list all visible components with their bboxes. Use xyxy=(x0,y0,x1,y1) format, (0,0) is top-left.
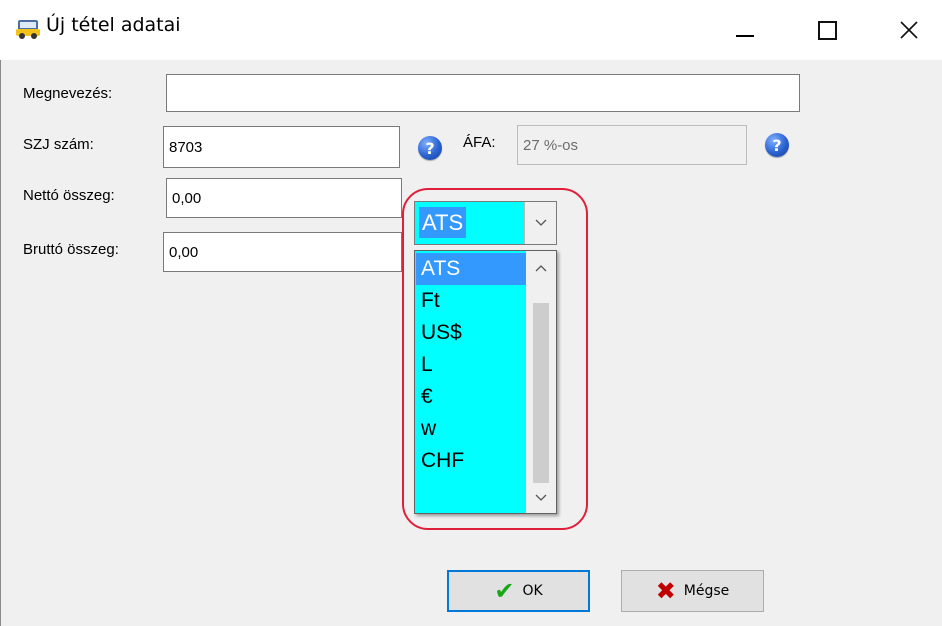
netto-label: Nettó összeg: xyxy=(23,187,115,204)
currency-option[interactable]: Ft xyxy=(416,285,526,317)
currency-option[interactable]: US$ xyxy=(416,317,526,349)
currency-selected-value[interactable]: ATS xyxy=(419,207,467,238)
x-mark-icon: ✖ xyxy=(655,577,676,605)
chevron-down-icon xyxy=(535,219,546,226)
window-border xyxy=(0,60,1,626)
name-input[interactable] xyxy=(166,74,800,112)
maximize-button[interactable] xyxy=(804,10,850,50)
ok-button[interactable]: ✔ OK xyxy=(447,570,590,612)
list-scrollbar[interactable] xyxy=(526,251,556,513)
brutto-label: Bruttó összeg: xyxy=(23,241,119,258)
afa-label: ÁFA: xyxy=(463,134,496,151)
car-icon xyxy=(16,20,40,39)
currency-option[interactable]: € xyxy=(416,381,526,413)
currency-option[interactable]: w xyxy=(416,413,526,445)
currency-dropdown-list[interactable]: ATS Ft US$ L € w CHF xyxy=(414,250,557,514)
name-label: Megnevezés: xyxy=(23,85,113,102)
chevron-up-icon xyxy=(535,265,547,272)
window-title: Új tétel adatai xyxy=(46,14,181,36)
maximize-icon xyxy=(817,20,837,40)
afa-field: 27 %-os xyxy=(517,125,747,165)
checkmark-icon: ✔ xyxy=(494,577,515,605)
szj-help-icon[interactable]: ? xyxy=(418,136,442,160)
scroll-thumb[interactable] xyxy=(533,303,549,483)
chevron-down-icon xyxy=(535,494,547,501)
minimize-icon xyxy=(736,35,754,37)
brutto-input[interactable]: 0,00 xyxy=(163,232,402,272)
currency-dropdown-button[interactable] xyxy=(524,202,556,244)
currency-option[interactable]: ATS xyxy=(416,253,526,285)
title-bar: Új tétel adatai xyxy=(0,0,942,60)
szj-label: SZJ szám: xyxy=(23,136,94,153)
cancel-button-label: Mégse xyxy=(683,583,730,599)
currency-option[interactable]: L xyxy=(416,349,526,381)
cancel-button[interactable]: ✖ Mégse xyxy=(621,570,764,612)
scroll-down-button[interactable] xyxy=(526,485,556,511)
szj-input[interactable]: 8703 xyxy=(163,126,400,168)
afa-help-icon[interactable]: ? xyxy=(765,133,789,157)
close-icon xyxy=(900,21,918,39)
currency-option[interactable]: CHF xyxy=(416,445,526,477)
close-button[interactable] xyxy=(886,10,932,50)
netto-input[interactable]: 0,00 xyxy=(166,178,402,218)
minimize-button[interactable] xyxy=(722,10,768,50)
currency-combobox[interactable]: ATS xyxy=(414,201,557,245)
ok-button-label: OK xyxy=(522,583,543,599)
scroll-up-button[interactable] xyxy=(526,255,556,281)
